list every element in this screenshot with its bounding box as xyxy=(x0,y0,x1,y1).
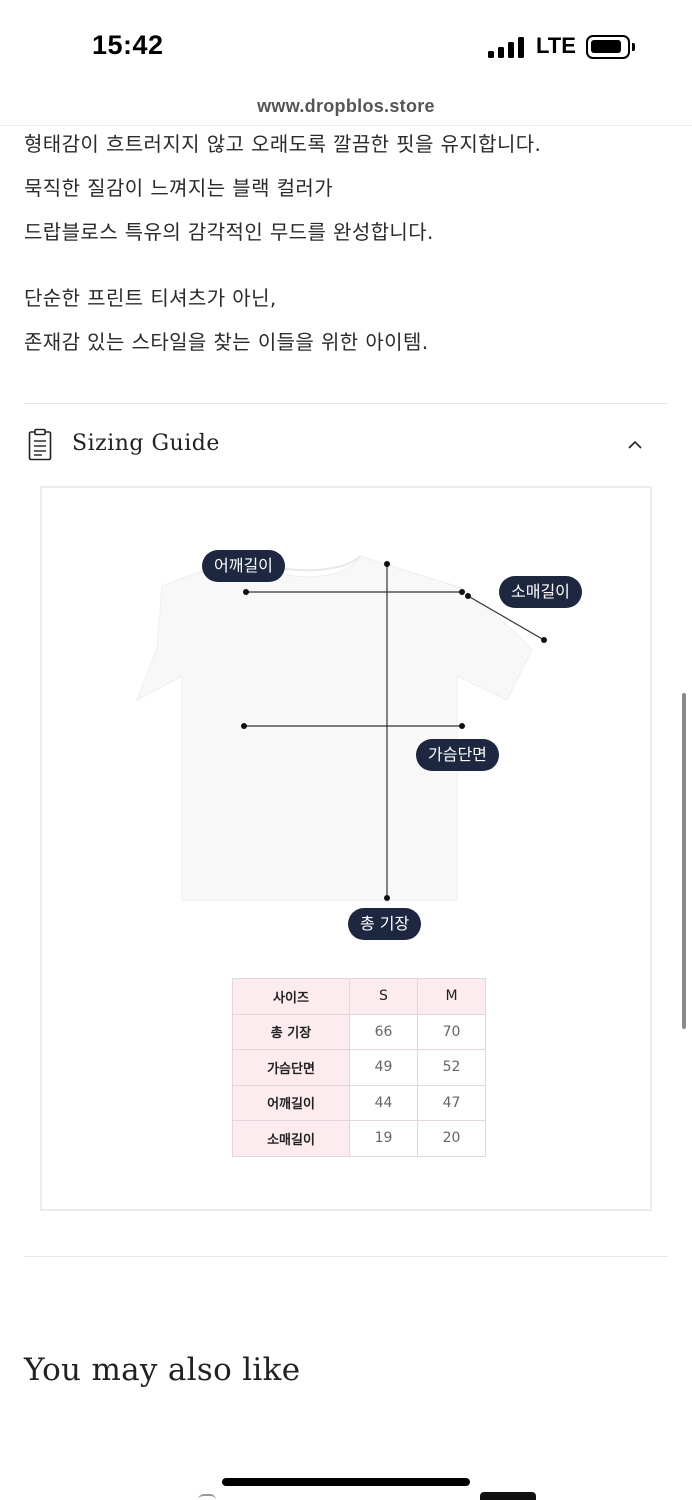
section-divider xyxy=(24,1256,668,1257)
table-cell: 66 xyxy=(349,1013,418,1050)
table-row: 가슴단면 49 52 xyxy=(232,1049,486,1086)
table-cell: 19 xyxy=(349,1120,418,1157)
scrollbar[interactable] xyxy=(682,693,686,1029)
sizing-guide-image: 어깨길이 소매길이 가슴단면 총 기장 사이즈 S M 총 기장 66 70 가… xyxy=(40,486,652,1211)
table-row: 소매길이 19 20 xyxy=(232,1120,486,1157)
chevron-up-icon[interactable] xyxy=(624,434,646,456)
table-cell: 70 xyxy=(417,1013,486,1050)
home-indicator[interactable] xyxy=(222,1478,470,1486)
table-cell: 20 xyxy=(417,1120,486,1157)
table-row: 어깨길이 44 47 xyxy=(232,1084,486,1121)
signal-icon xyxy=(488,36,524,58)
sizing-guide-title: Sizing Guide xyxy=(72,431,220,456)
url-text: www.dropblos.store xyxy=(257,96,435,116)
table-cell: 47 xyxy=(417,1084,486,1121)
battery-tip xyxy=(632,43,635,51)
sizing-guide-toggle[interactable]: Sizing Guide xyxy=(24,418,668,474)
table-cell: 어깨길이 xyxy=(232,1084,350,1121)
battery-icon xyxy=(586,35,630,59)
table-cell: 소매길이 xyxy=(232,1120,350,1157)
product-thumbnail-peek[interactable] xyxy=(198,1494,216,1500)
table-cell: 44 xyxy=(349,1084,418,1121)
description-line: 단순한 프린트 티셔츠가 아닌, xyxy=(24,286,277,310)
product-thumbnail-peek[interactable] xyxy=(480,1492,536,1500)
table-header-cell: M xyxy=(417,978,486,1015)
description-paragraph-1: 형태감이 흐트러지지 않고 오래도록 깔끔한 핏을 유지합니다. 묵직한 질감이… xyxy=(24,122,664,254)
recommendations-title: You may also like xyxy=(24,1352,301,1388)
table-header-cell: S xyxy=(349,978,418,1015)
description-line: 형태감이 흐트러지지 않고 오래도록 깔끔한 핏을 유지합니다. xyxy=(24,132,542,156)
total-length-label: 총 기장 xyxy=(348,908,422,940)
section-divider xyxy=(24,403,668,404)
table-cell: 49 xyxy=(349,1049,418,1086)
sleeve-length-label: 소매길이 xyxy=(499,576,582,608)
clipboard-icon xyxy=(28,428,52,461)
table-header-cell: 사이즈 xyxy=(232,978,350,1015)
table-row: 총 기장 66 70 xyxy=(232,1013,486,1050)
table-cell: 가슴단면 xyxy=(232,1049,350,1086)
size-table: 사이즈 S M 총 기장 66 70 가슴단면 49 52 어깨길이 44 47… xyxy=(232,978,486,1157)
description-line: 묵직한 질감이 느껴지는 블랙 컬러가 xyxy=(24,176,334,200)
network-type: LTE xyxy=(536,33,576,58)
table-cell: 총 기장 xyxy=(232,1013,350,1050)
table-header-row: 사이즈 S M xyxy=(232,978,486,1015)
description-paragraph-2: 단순한 프린트 티셔츠가 아닌, 존재감 있는 스타일을 찾는 이들을 위한 아… xyxy=(24,276,664,364)
status-time: 15:42 xyxy=(92,30,164,60)
table-cell: 52 xyxy=(417,1049,486,1086)
description-line: 존재감 있는 스타일을 찾는 이들을 위한 아이템. xyxy=(24,330,429,354)
status-bar: 15:42 LTE xyxy=(0,0,692,96)
chest-width-label: 가슴단면 xyxy=(416,739,499,771)
description-line: 드랍블로스 특유의 감각적인 무드를 완성합니다. xyxy=(24,220,434,244)
shoulder-length-label: 어깨길이 xyxy=(202,550,285,582)
